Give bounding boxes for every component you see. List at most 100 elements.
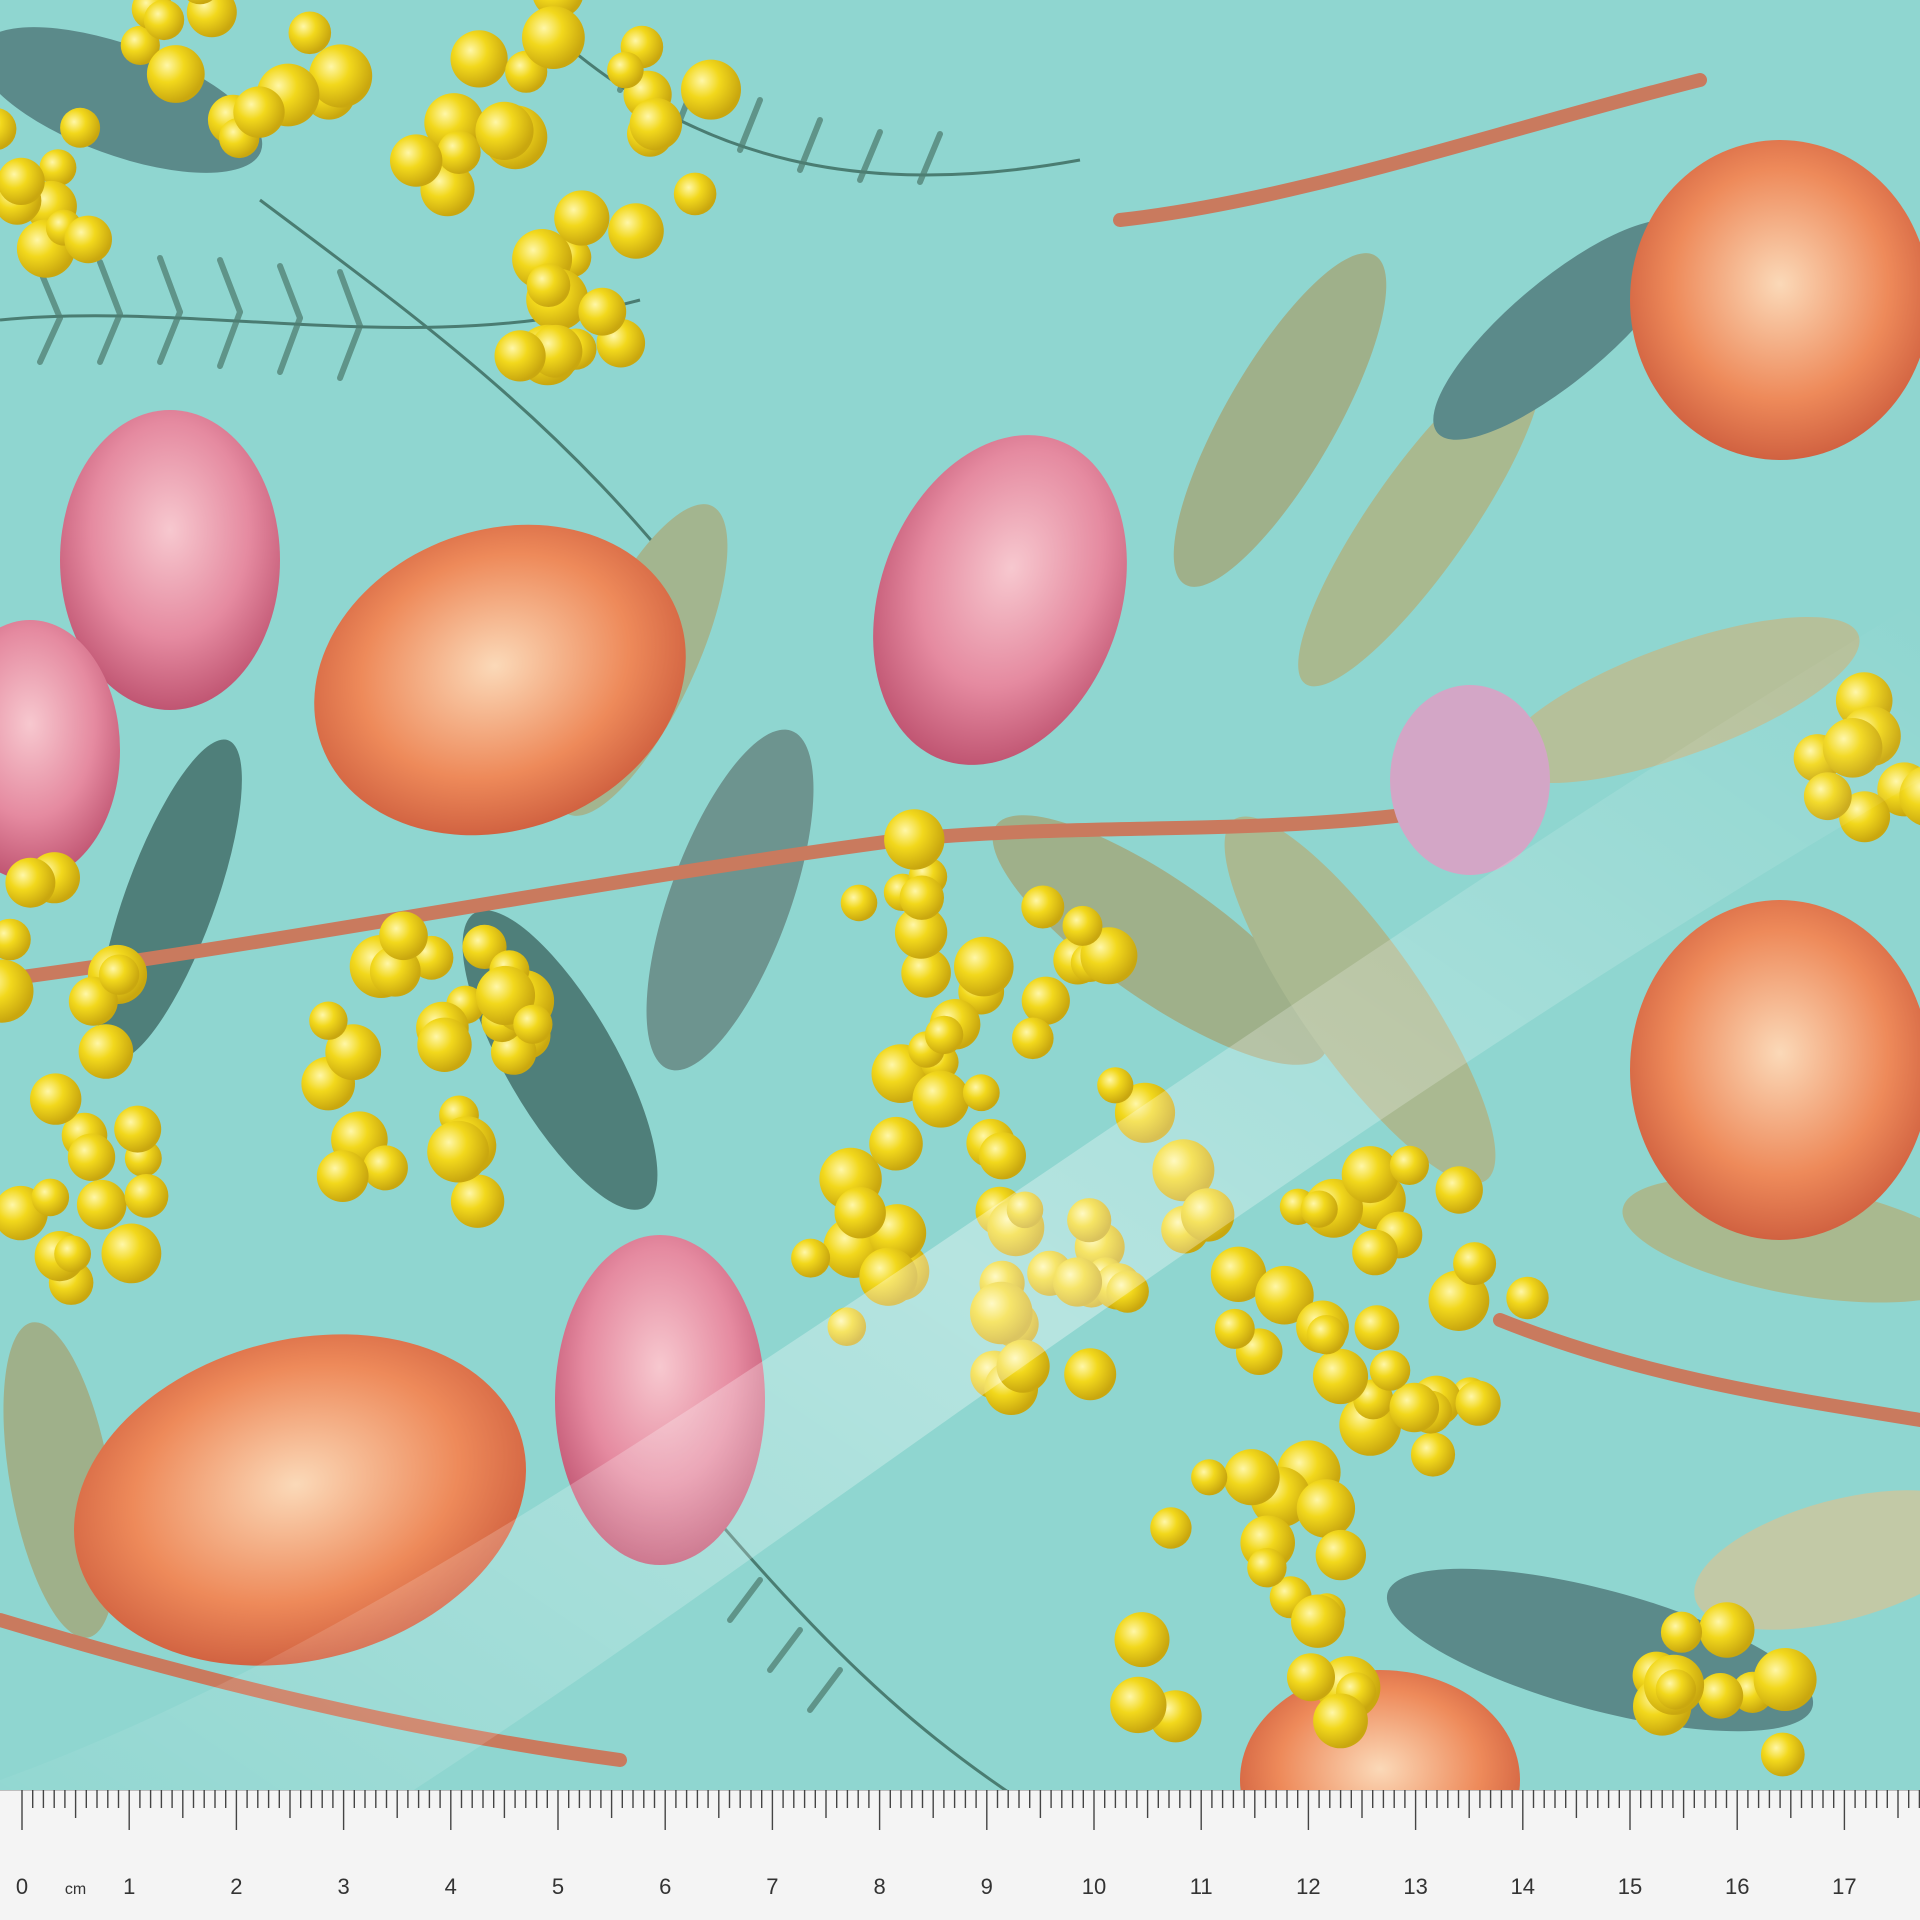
ruler-label: 13 <box>1403 1874 1427 1899</box>
ruler-label: 15 <box>1618 1874 1642 1899</box>
wattle-ball <box>578 287 627 336</box>
wattle-ball <box>834 1187 886 1239</box>
wattle-ball <box>1191 1459 1228 1496</box>
wattle-ball <box>450 30 508 88</box>
wattle-ball <box>1369 1350 1411 1391</box>
wattle-ball <box>1455 1380 1501 1426</box>
wattle-ball <box>101 1223 162 1284</box>
wattle-ball <box>1306 1315 1347 1355</box>
wattle-ball <box>1021 885 1065 929</box>
wattle-ball <box>1247 1548 1287 1588</box>
wattle-ball <box>554 190 610 246</box>
ruler-label: 7 <box>766 1874 778 1899</box>
wattle-ball <box>450 1174 505 1228</box>
wattle-ball <box>1021 976 1070 1025</box>
wattle-ball <box>1760 1732 1805 1777</box>
wattle-ball <box>124 1174 169 1218</box>
wattle-ball <box>60 107 101 148</box>
wattle-ball <box>5 857 56 908</box>
wattle-ball <box>475 101 534 160</box>
wattle-ball <box>912 1070 970 1128</box>
wattle-ball <box>316 1150 369 1202</box>
wattle-ball <box>1062 905 1103 946</box>
wattle-ball <box>522 6 585 70</box>
ruler-label: 16 <box>1725 1874 1749 1899</box>
wattle-ball <box>1296 1479 1356 1538</box>
wattle-ball <box>791 1238 831 1278</box>
wattle-ball <box>1097 1067 1134 1104</box>
wattle-ball <box>608 203 664 259</box>
wattle-ball <box>1287 1653 1335 1702</box>
wattle-ball <box>884 809 945 870</box>
wattle-ball <box>1697 1673 1744 1719</box>
wattle-ball <box>1312 1348 1369 1405</box>
wattle-ball <box>1660 1611 1703 1653</box>
wattle-ball <box>607 51 644 89</box>
ruler-label: 12 <box>1296 1874 1320 1899</box>
wattle-ball <box>1315 1529 1367 1581</box>
wattle-ball <box>98 954 140 995</box>
wattle-ball <box>869 1116 923 1171</box>
wattle-ball <box>114 1105 162 1153</box>
wattle-ball <box>1300 1190 1338 1228</box>
wattle-ball <box>1435 1166 1483 1214</box>
wattle-ball <box>681 59 741 120</box>
wattle-ball <box>143 0 185 41</box>
wattle-ball <box>31 1178 70 1217</box>
wattle-ball <box>978 1132 1026 1180</box>
wattle-ball <box>1389 1145 1429 1185</box>
wattle-ball <box>1064 1348 1117 1401</box>
wattle-ball <box>76 1179 127 1230</box>
wattle-ball <box>390 134 443 187</box>
wattle-ball <box>673 172 717 216</box>
wattle-ball <box>629 98 683 151</box>
ruler-label: 6 <box>659 1874 671 1899</box>
ruler-label: 9 <box>981 1874 993 1899</box>
wattle-ball <box>67 1133 116 1181</box>
measuring-ruler: 0 1 2 3 4 5 6 7 8 9 10 11 12 13 14 15 16 17cm <box>0 1790 1920 1920</box>
wattle-ball <box>1354 1305 1400 1351</box>
wattle-ball <box>146 45 205 103</box>
wattle-ball <box>1352 1229 1398 1276</box>
ruler-label: 2 <box>230 1874 242 1899</box>
ruler-label: 10 <box>1082 1874 1106 1899</box>
wattle-ball <box>1223 1449 1280 1506</box>
wattle-ball <box>1453 1242 1497 1286</box>
wattle-ball <box>30 1073 82 1125</box>
wattle-ball <box>309 1001 348 1040</box>
wattle-ball <box>1291 1594 1345 1648</box>
wattle-ball <box>513 1004 553 1044</box>
wattle-ball <box>1506 1276 1549 1320</box>
wattle-ball <box>233 86 285 138</box>
wattle-ball <box>1753 1648 1817 1711</box>
ruler-label: 5 <box>552 1874 564 1899</box>
wattle-ball <box>924 1015 964 1055</box>
wattle-ball <box>1114 1612 1170 1668</box>
wattle-ball <box>899 875 944 920</box>
ruler-label: 4 <box>445 1874 457 1899</box>
ruler-label: 14 <box>1511 1874 1535 1899</box>
wattle-ball <box>78 1024 134 1079</box>
wattle-ball <box>1410 1432 1456 1477</box>
wattle-ball <box>1655 1669 1697 1710</box>
wattle-ball <box>840 884 878 922</box>
wattle-ball <box>1110 1676 1167 1734</box>
ruler-label: 11 <box>1190 1874 1213 1899</box>
ruler-label: 8 <box>873 1874 885 1899</box>
wattle-ball <box>1150 1507 1192 1549</box>
wattle-ball <box>362 1145 408 1191</box>
wattle-ball <box>1313 1693 1368 1749</box>
ruler-label: 3 <box>337 1874 349 1899</box>
wattle-ball <box>39 149 77 187</box>
wattle-ball <box>417 1017 472 1072</box>
wattle-ball <box>962 1074 1000 1112</box>
ruler-label: 17 <box>1832 1874 1856 1899</box>
wattle-ball <box>54 1235 91 1273</box>
floral-fabric-print <box>0 0 1920 1920</box>
wattle-ball <box>954 936 1014 997</box>
wattle-ball <box>379 911 428 961</box>
wattle-ball <box>1012 1017 1054 1060</box>
wattle-ball <box>427 1120 489 1183</box>
wattle-ball <box>1214 1308 1255 1349</box>
wattle-ball <box>288 11 332 55</box>
